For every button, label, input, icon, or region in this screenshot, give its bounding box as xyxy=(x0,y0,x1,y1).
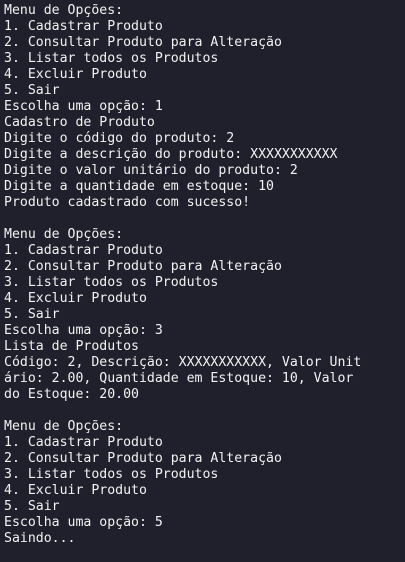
terminal-line: 3. Listar todos os Produtos xyxy=(4,51,219,66)
terminal-line: Produto cadastrado com sucesso! xyxy=(4,195,251,210)
terminal-line: 3. Listar todos os Produtos xyxy=(4,275,219,290)
terminal-line: 5. Sair xyxy=(4,499,60,514)
terminal-line: 1. Cadastrar Produto xyxy=(4,19,163,34)
terminal-line: Menu de Opções: xyxy=(4,227,124,242)
terminal-line: Escolha uma opção: 3 xyxy=(4,323,163,338)
terminal-line: Digite o código do produto: 2 xyxy=(4,131,235,146)
terminal-line: Saindo... xyxy=(4,531,76,546)
terminal-line: Lista de Produtos xyxy=(4,339,139,354)
terminal-line: 4. Excluir Produto xyxy=(4,67,147,82)
terminal-line: Menu de Opções: xyxy=(4,419,124,434)
terminal-output[interactable]: Menu de Opções: 1. Cadastrar Produto 2. … xyxy=(0,0,405,562)
terminal-line: Código: 2, Descrição: XXXXXXXXXXX, Valor… xyxy=(4,355,362,370)
terminal-line: Escolha uma opção: 1 xyxy=(4,99,163,114)
terminal-line: Digite o valor unitário do produto: 2 xyxy=(4,163,298,178)
terminal-line: 4. Excluir Produto xyxy=(4,483,147,498)
terminal-line: 1. Cadastrar Produto xyxy=(4,243,163,258)
terminal-line: Menu de Opções: xyxy=(4,3,124,18)
terminal-line: 2. Consultar Produto para Alteração xyxy=(4,35,282,50)
terminal-line: 4. Excluir Produto xyxy=(4,291,147,306)
terminal-line: 5. Sair xyxy=(4,83,60,98)
terminal-line: ário: 2.00, Quantidade em Estoque: 10, V… xyxy=(4,371,354,386)
terminal-line: 2. Consultar Produto para Alteração xyxy=(4,259,282,274)
terminal-line: Digite a descrição do produto: XXXXXXXXX… xyxy=(4,147,338,162)
terminal-line: 2. Consultar Produto para Alteração xyxy=(4,451,282,466)
terminal-line: Cadastro de Produto xyxy=(4,115,155,130)
terminal-line: 5. Sair xyxy=(4,307,60,322)
terminal-line: 1. Cadastrar Produto xyxy=(4,435,163,450)
terminal-line: Digite a quantidade em estoque: 10 xyxy=(4,179,274,194)
terminal-line: do Estoque: 20.00 xyxy=(4,387,139,402)
terminal-line: Escolha uma opção: 5 xyxy=(4,515,163,530)
terminal-line: 3. Listar todos os Produtos xyxy=(4,467,219,482)
